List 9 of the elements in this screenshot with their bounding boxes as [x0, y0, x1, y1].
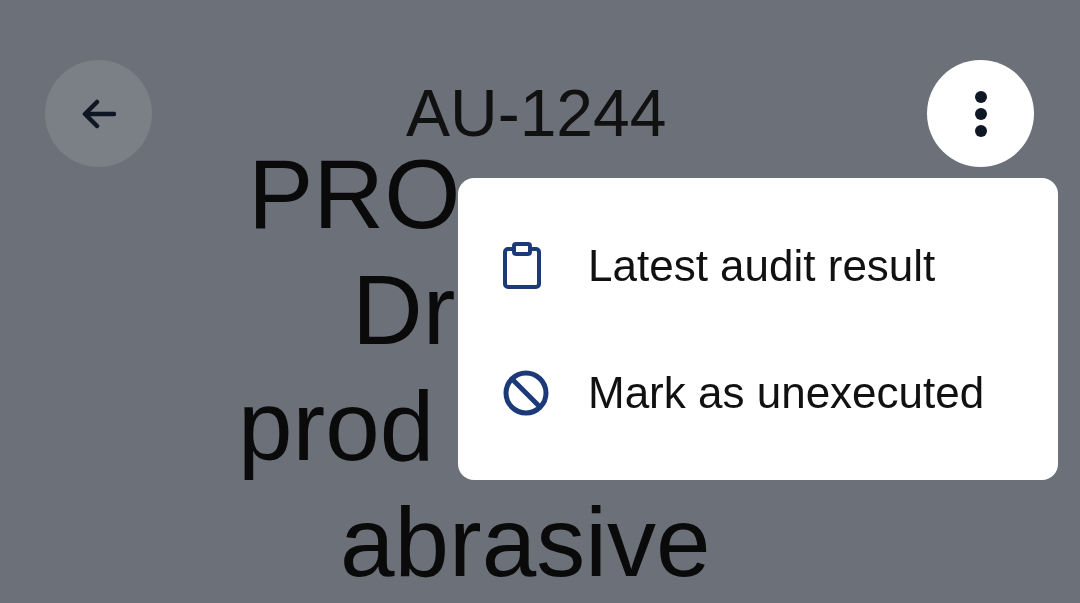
heading-text: prod — [238, 370, 435, 483]
blocked-icon — [502, 368, 550, 417]
clipboard-icon — [502, 241, 542, 290]
more-vertical-icon — [973, 89, 988, 138]
menu-item[interactable]: Latest audit result — [458, 202, 1058, 329]
back-arrow-icon — [81, 98, 116, 129]
heading-text: abrasive — [340, 486, 711, 599]
heading-text: Dr — [352, 254, 456, 367]
menu-item[interactable]: Mark as unexecuted — [458, 329, 1058, 456]
